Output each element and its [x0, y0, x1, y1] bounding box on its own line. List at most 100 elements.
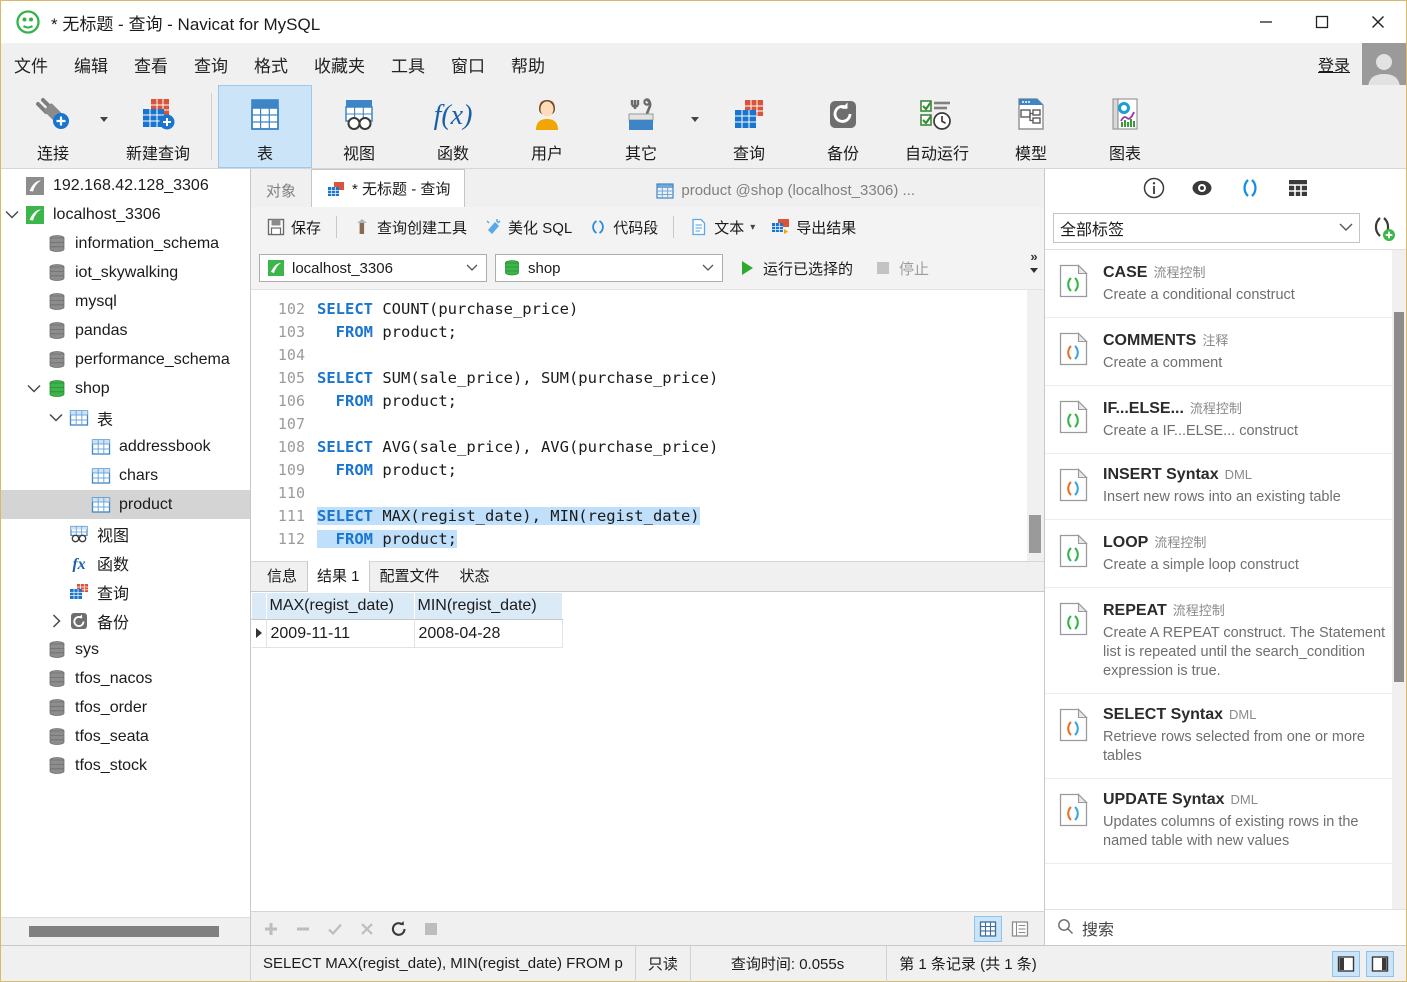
- other-dropdown-caret[interactable]: [688, 85, 702, 168]
- database-select[interactable]: shop: [495, 254, 723, 282]
- menu-edit[interactable]: 编辑: [61, 48, 121, 81]
- avatar[interactable]: [1362, 43, 1406, 85]
- result-tab-3[interactable]: 状态: [450, 560, 500, 591]
- snippet-list[interactable]: CASE 流程控制 Create a conditional construct CO…: [1045, 249, 1406, 909]
- code-line[interactable]: SELECT MAX(regist_date), MIN(regist_date…: [317, 505, 1027, 528]
- snippet-search-bar[interactable]: 搜索: [1045, 909, 1406, 945]
- snippet-item[interactable]: INSERT Syntax DML Insert new rows into an …: [1045, 454, 1406, 520]
- sidebar-item-tfos_nacos[interactable]: tfos_nacos: [1, 664, 250, 693]
- ribbon-chart[interactable]: 图表: [1078, 85, 1172, 168]
- menu-tools[interactable]: 工具: [378, 48, 438, 81]
- chevron-right-icon[interactable]: [45, 613, 67, 628]
- scrollbar-thumb[interactable]: [1394, 312, 1404, 682]
- chevron-down-icon[interactable]: [23, 384, 45, 393]
- sidebar-item-[interactable]: fx 函数: [1, 548, 250, 577]
- snippet-item[interactable]: IF...ELSE... 流程控制 Create a IF...ELSE... co…: [1045, 386, 1406, 454]
- chevron-down-icon[interactable]: [1, 210, 23, 219]
- code-line[interactable]: SELECT AVG(sale_price), AVG(purchase_pri…: [317, 436, 1027, 459]
- toggle-right-panel-button[interactable]: [1366, 950, 1394, 977]
- menu-view[interactable]: 查看: [121, 48, 181, 81]
- table-row[interactable]: 2009-11-11 2008-04-28: [251, 619, 563, 648]
- sidebar-item-19216842128_3306[interactable]: 192.168.42.128_3306: [1, 171, 250, 200]
- result-tab-0[interactable]: 信息: [257, 560, 307, 591]
- code-line[interactable]: FROM product;: [317, 321, 1027, 344]
- discard-change-icon[interactable]: [357, 919, 377, 939]
- save-button[interactable]: 保存: [259, 213, 328, 242]
- run-selected-button[interactable]: 运行已选择的: [731, 254, 859, 283]
- close-button[interactable]: [1350, 1, 1406, 43]
- column-header[interactable]: MIN(regist_date): [413, 592, 563, 620]
- sidebar-item-tfos_stock[interactable]: tfos_stock: [1, 751, 250, 780]
- toggle-left-panel-button[interactable]: [1332, 950, 1360, 977]
- sidebar-item-shop[interactable]: shop: [1, 374, 250, 403]
- scrollbar-thumb[interactable]: [29, 926, 219, 937]
- sidebar-item-iot_skywalking[interactable]: iot_skywalking: [1, 258, 250, 287]
- sidebar-item-performance_schema[interactable]: performance_schema: [1, 345, 250, 374]
- chevron-down-icon[interactable]: [1339, 219, 1353, 237]
- sidebar-item-chars[interactable]: chars: [1, 461, 250, 490]
- maximize-button[interactable]: [1294, 1, 1350, 43]
- sql-code-area[interactable]: SELECT COUNT(purchase_price) FROM produc…: [313, 290, 1027, 561]
- sidebar-item-[interactable]: 表: [1, 403, 250, 432]
- add-record-icon[interactable]: [261, 919, 281, 939]
- snippet-item[interactable]: SELECT Syntax DML Retrieve rows selected f…: [1045, 694, 1406, 779]
- sidebar-item-[interactable]: 视图: [1, 519, 250, 548]
- table-cell[interactable]: 2008-04-28: [414, 619, 563, 648]
- ribbon-model[interactable]: 模型: [984, 85, 1078, 168]
- snippet-item[interactable]: COMMENTS 注释 Create a comment: [1045, 318, 1406, 386]
- ribbon-function[interactable]: f(x) 函数: [406, 85, 500, 168]
- beautify-sql-button[interactable]: 美化 SQL: [476, 213, 579, 242]
- code-line[interactable]: [317, 344, 1027, 367]
- minimize-button[interactable]: [1238, 1, 1294, 43]
- sidebar-item-[interactable]: 查询: [1, 577, 250, 606]
- sidebar-item-tfos_order[interactable]: tfos_order: [1, 693, 250, 722]
- snippet-tag-select[interactable]: 全部标签: [1053, 213, 1360, 243]
- snippet-item[interactable]: REPEAT 流程控制 Create A REPEAT construct. The…: [1045, 588, 1406, 694]
- chevron-down-icon[interactable]: [462, 264, 482, 272]
- delete-record-icon[interactable]: [293, 919, 313, 939]
- grid-view-button[interactable]: [974, 915, 1002, 942]
- snippet-button[interactable]: 代码段: [581, 213, 665, 242]
- snippet-item[interactable]: LOOP 流程控制 Create a simple loop construct: [1045, 520, 1406, 588]
- snippet-search-input[interactable]: 搜索: [1082, 916, 1114, 940]
- sidebar-item-information_schema[interactable]: information_schema: [1, 229, 250, 258]
- menu-help[interactable]: 帮助: [498, 48, 558, 81]
- code-line[interactable]: FROM product;: [317, 390, 1027, 413]
- menu-query[interactable]: 查询: [181, 48, 241, 81]
- sidebar-item-tfos_seata[interactable]: tfos_seata: [1, 722, 250, 751]
- login-link[interactable]: 登录: [1318, 52, 1350, 76]
- sidebar-item-pandas[interactable]: pandas: [1, 316, 250, 345]
- sql-editor[interactable]: 102 103 104 105 106 107 108 109 110 111 112 SELECT…: [251, 289, 1044, 561]
- ribbon-user[interactable]: 用户: [500, 85, 594, 168]
- export-result-button[interactable]: 导出结果: [764, 213, 863, 242]
- result-tab-2[interactable]: 配置文件: [370, 560, 450, 591]
- toolbar-overflow-button[interactable]: »: [1030, 249, 1038, 273]
- text-button[interactable]: 文本 ▾: [682, 213, 762, 242]
- chevron-down-icon[interactable]: [45, 413, 67, 422]
- connection-dropdown-caret[interactable]: [97, 85, 111, 168]
- connection-select[interactable]: localhost_3306: [259, 254, 487, 282]
- code-line[interactable]: [317, 413, 1027, 436]
- tab-query[interactable]: * 无标题 - 查询: [311, 169, 466, 207]
- result-table[interactable]: MAX(regist_date) MIN(regist_date) 2009-11-…: [251, 592, 563, 648]
- chevron-down-icon[interactable]: ▾: [750, 222, 755, 233]
- snippet-item[interactable]: CASE 流程控制 Create a conditional construct: [1045, 250, 1406, 318]
- sidebar-item-[interactable]: 备份: [1, 606, 250, 635]
- form-view-button[interactable]: [1006, 916, 1034, 942]
- query-builder-button[interactable]: 查询创建工具: [345, 213, 474, 242]
- sidebar-item-product[interactable]: product: [1, 490, 250, 519]
- ribbon-connection[interactable]: 连接: [9, 85, 97, 168]
- eye-icon[interactable]: [1189, 175, 1215, 201]
- menu-file[interactable]: 文件: [1, 48, 61, 81]
- ribbon-query[interactable]: 查询: [702, 85, 796, 168]
- object-tree[interactable]: 192.168.42.128_3306 localhost_3306 informa…: [1, 169, 250, 917]
- sidebar-item-sys[interactable]: sys: [1, 635, 250, 664]
- menu-format[interactable]: 格式: [241, 48, 301, 81]
- ribbon-view[interactable]: 视图: [312, 85, 406, 168]
- ribbon-table[interactable]: 表: [218, 85, 312, 168]
- code-line[interactable]: SELECT COUNT(purchase_price): [317, 298, 1027, 321]
- stop-loading-icon[interactable]: [421, 919, 441, 939]
- tab-product-table[interactable]: product @shop (localhost_3306) ...: [640, 173, 931, 207]
- ribbon-new-query[interactable]: 新建查询: [111, 85, 205, 168]
- ribbon-backup[interactable]: 备份: [796, 85, 890, 168]
